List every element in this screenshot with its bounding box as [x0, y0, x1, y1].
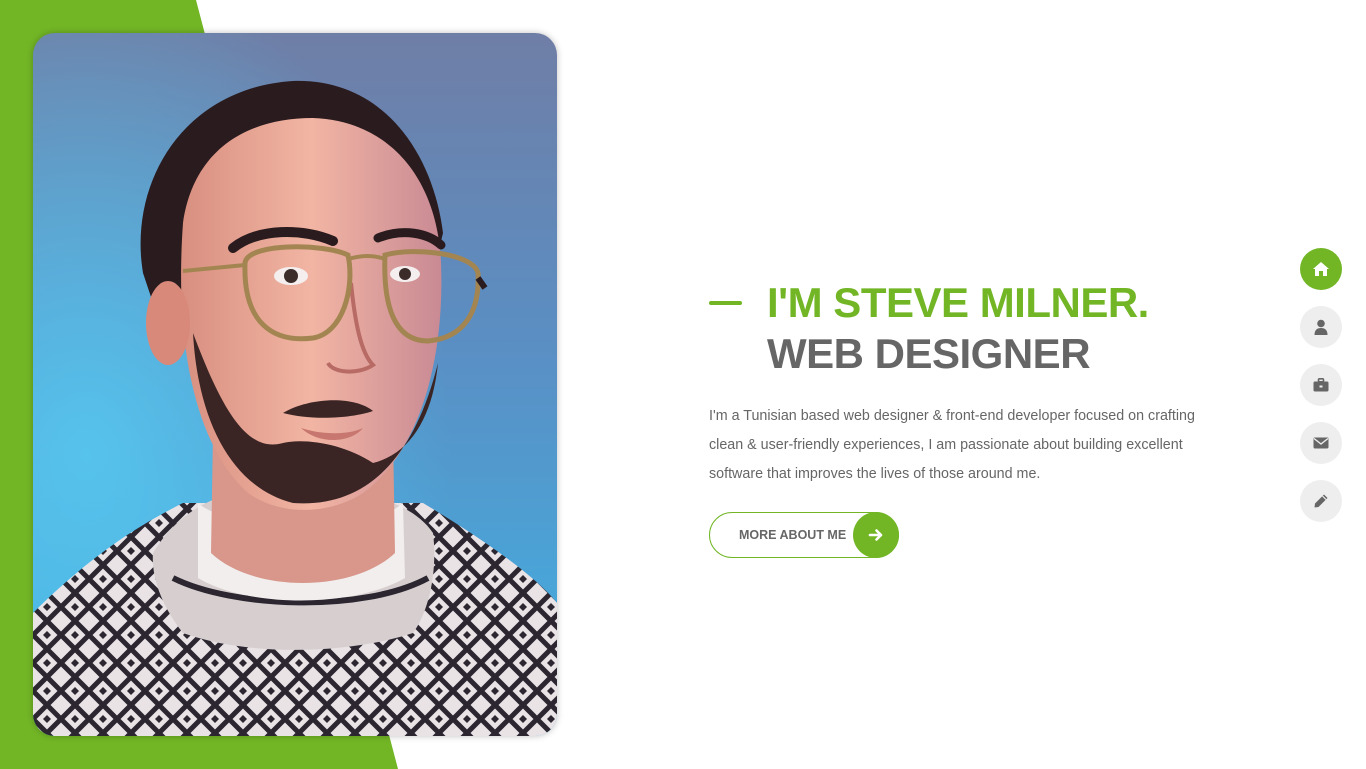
nav-about[interactable]: [1300, 306, 1342, 348]
profile-photo: [33, 33, 557, 736]
hero-title-name: I'M STEVE MILNER.: [767, 279, 1149, 326]
nav-blog[interactable]: [1300, 480, 1342, 522]
nav-contact[interactable]: [1300, 422, 1342, 464]
home-icon: [1313, 262, 1329, 276]
nav-home[interactable]: [1300, 248, 1342, 290]
briefcase-icon: [1313, 378, 1329, 392]
hero-bio: I'm a Tunisian based web designer & fron…: [709, 408, 1195, 482]
title-accent-line: [709, 301, 742, 305]
pencil-icon: [1314, 494, 1328, 508]
envelope-icon: [1313, 437, 1329, 449]
hero-title-role: WEB DESIGNER: [767, 330, 1091, 377]
more-about-me-label: MORE ABOUT ME: [739, 528, 847, 542]
user-icon: [1314, 319, 1328, 335]
nav-portfolio[interactable]: [1300, 364, 1342, 406]
more-about-me-button[interactable]: MORE ABOUT ME: [709, 512, 899, 558]
arrow-right-icon: [853, 512, 899, 558]
